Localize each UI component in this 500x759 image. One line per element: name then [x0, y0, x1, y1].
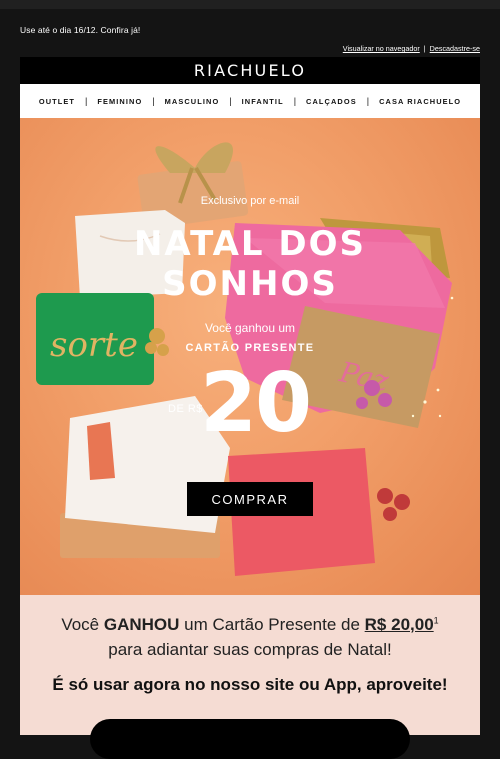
brand-logo[interactable]: RIACHUELO	[194, 61, 306, 80]
promo-footnote: 1	[433, 615, 439, 626]
nav-item-feminino[interactable]: FEMININO	[87, 97, 152, 106]
link-separator: |	[423, 44, 426, 53]
nav-item-casa-riachuelo[interactable]: CASA RIACHUELO	[369, 97, 471, 106]
promo-line1: Você GANHOU um Cartão Presente de R$ 20,…	[20, 615, 480, 635]
hero-currency-prefix: DE R$	[168, 403, 203, 415]
buy-button[interactable]: COMPRAR	[187, 482, 313, 516]
nav-item-calcados[interactable]: CALÇADOS	[296, 97, 367, 106]
hero-gift-card-label: CARTÃO PRESENTE	[185, 342, 315, 354]
view-in-browser-link[interactable]: Visualizar no navegador	[343, 44, 420, 53]
promo-text-won: GANHOU	[103, 615, 180, 634]
promo-amount: R$ 20,00	[364, 615, 434, 634]
promo-text-a: Você	[61, 615, 104, 634]
promo-text-c: um Cartão Presente de	[179, 615, 365, 634]
hero-banner[interactable]: sorte Paz Exclusivo por e-mail NATAL DOS…	[20, 118, 480, 595]
hero-won-text: Você ganhou um	[204, 321, 296, 335]
header-links: Visualizar no navegador | Descadastre-se	[343, 44, 480, 53]
hero-amount: 20	[200, 356, 312, 451]
hero-exclusive-label: Exclusivo por e-mail	[200, 195, 300, 207]
nav-item-masculino[interactable]: MASCULINO	[155, 97, 230, 106]
main-nav: OUTLET | FEMININO | MASCULINO | INFANTIL…	[20, 84, 480, 118]
logo-bar: RIACHUELO	[20, 57, 480, 84]
hero-title-line1: NATAL DOS	[133, 224, 367, 264]
promo-line2: para adiantar suas compras de Natal!	[108, 640, 392, 659]
unsubscribe-link[interactable]: Descadastre-se	[430, 44, 480, 53]
promo-cta-button[interactable]	[90, 719, 410, 759]
nav-item-infantil[interactable]: INFANTIL	[232, 97, 294, 106]
nav-item-outlet[interactable]: OUTLET	[29, 97, 85, 106]
top-bar	[0, 0, 500, 9]
hero-title-line2: SONHOS	[162, 264, 338, 304]
preheader-text: Use até o dia 16/12. Confira já!	[20, 25, 141, 35]
promo-section: Você GANHOU um Cartão Presente de R$ 20,…	[20, 595, 480, 759]
promo-line3: É só usar agora no nosso site ou App, ap…	[52, 675, 448, 694]
